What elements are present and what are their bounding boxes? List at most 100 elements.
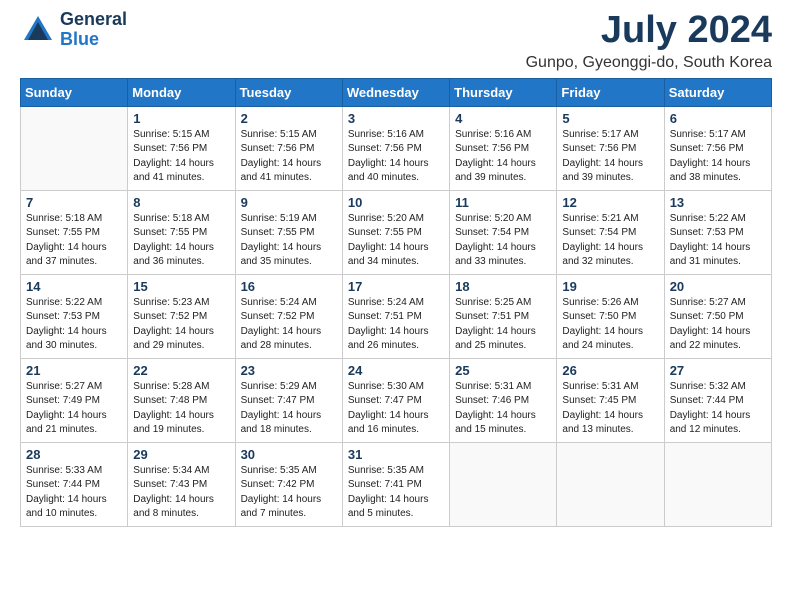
day-info: Sunrise: 5:19 AMSunset: 7:55 PMDaylight:… — [241, 212, 337, 270]
day-info: Sunrise: 5:27 AMSunset: 7:50 PMDaylight:… — [670, 296, 766, 354]
calendar-day-cell: 2Sunrise: 5:15 AMSunset: 7:56 PMDaylight… — [235, 106, 342, 190]
calendar-day-cell: 24Sunrise: 5:30 AMSunset: 7:47 PMDayligh… — [342, 358, 449, 442]
day-info: Sunrise: 5:17 AMSunset: 7:56 PMDaylight:… — [670, 128, 766, 186]
page-header: General Blue July 2024 Gunpo, Gyeonggi-d… — [20, 10, 772, 72]
day-number: 25 — [455, 363, 551, 378]
weekday-header: Thursday — [450, 78, 557, 106]
day-info: Sunrise: 5:16 AMSunset: 7:56 PMDaylight:… — [455, 128, 551, 186]
weekday-header: Wednesday — [342, 78, 449, 106]
calendar-table: SundayMondayTuesdayWednesdayThursdayFrid… — [20, 78, 772, 527]
calendar-week-row: 21Sunrise: 5:27 AMSunset: 7:49 PMDayligh… — [21, 358, 772, 442]
day-number: 27 — [670, 363, 766, 378]
calendar-day-cell: 19 Sunrise: 5:26 AMSunset: 7:50 PMDayligh… — [557, 274, 664, 358]
calendar-week-row: 1Sunrise: 5:15 AMSunset: 7:56 PMDaylight… — [21, 106, 772, 190]
calendar-day-cell: 30 Sunrise: 5:35 AMSunset: 7:42 PMDayligh… — [235, 442, 342, 526]
day-info: Sunrise: 5:31 AMSunset: 7:46 PMDaylight:… — [455, 380, 551, 438]
day-number: 19 — [562, 279, 658, 294]
calendar-day-cell: 13 Sunrise: 5:22 AMSunset: 7:53 PMDayligh… — [664, 190, 771, 274]
day-info: Sunrise: 5:20 AMSunset: 7:55 PMDaylight:… — [348, 212, 444, 270]
day-info: Sunrise: 5:32 AMSunset: 7:44 PMDaylight:… — [670, 380, 766, 438]
day-number: 20 — [670, 279, 766, 294]
day-number: 23 — [241, 363, 337, 378]
day-number: 29 — [133, 447, 229, 462]
calendar-day-cell: 23 Sunrise: 5:29 AMSunset: 7:47 PMDayligh… — [235, 358, 342, 442]
calendar-day-cell — [450, 442, 557, 526]
calendar-day-cell: 22Sunrise: 5:28 AMSunset: 7:48 PMDayligh… — [128, 358, 235, 442]
calendar-day-cell: 4 Sunrise: 5:16 AMSunset: 7:56 PMDaylight… — [450, 106, 557, 190]
day-info: Sunrise: 5:23 AMSunset: 7:52 PMDaylight:… — [133, 296, 229, 354]
month-title: July 2024 — [526, 10, 772, 52]
day-number: 16 — [241, 279, 337, 294]
day-info: Sunrise: 5:26 AMSunset: 7:50 PMDaylight:… — [562, 296, 658, 354]
calendar-day-cell — [664, 442, 771, 526]
title-block: July 2024 Gunpo, Gyeonggi-do, South Kore… — [526, 10, 772, 72]
day-info: Sunrise: 5:15 AMSunset: 7:56 PMDaylight:… — [133, 128, 229, 186]
day-number: 18 — [455, 279, 551, 294]
calendar-day-cell: 29Sunrise: 5:34 AMSunset: 7:43 PMDayligh… — [128, 442, 235, 526]
calendar-week-row: 14 Sunrise: 5:22 AMSunset: 7:53 PMDayligh… — [21, 274, 772, 358]
calendar-day-cell: 12 Sunrise: 5:21 AMSunset: 7:54 PMDayligh… — [557, 190, 664, 274]
day-info: Sunrise: 5:27 AMSunset: 7:49 PMDaylight:… — [26, 380, 122, 438]
calendar-day-cell — [21, 106, 128, 190]
day-number: 31 — [348, 447, 444, 462]
calendar-day-cell: 3Sunrise: 5:16 AMSunset: 7:56 PMDaylight… — [342, 106, 449, 190]
calendar-day-cell: 5 Sunrise: 5:17 AMSunset: 7:56 PMDaylight… — [557, 106, 664, 190]
calendar-day-cell: 18Sunrise: 5:25 AMSunset: 7:51 PMDayligh… — [450, 274, 557, 358]
weekday-header: Saturday — [664, 78, 771, 106]
weekday-header: Monday — [128, 78, 235, 106]
day-info: Sunrise: 5:18 AMSunset: 7:55 PMDaylight:… — [133, 212, 229, 270]
day-info: Sunrise: 5:29 AMSunset: 7:47 PMDaylight:… — [241, 380, 337, 438]
day-number: 9 — [241, 195, 337, 210]
calendar-day-cell: 15 Sunrise: 5:23 AMSunset: 7:52 PMDayligh… — [128, 274, 235, 358]
day-info: Sunrise: 5:21 AMSunset: 7:54 PMDaylight:… — [562, 212, 658, 270]
day-number: 28 — [26, 447, 122, 462]
day-number: 2 — [241, 111, 337, 126]
day-number: 7 — [26, 195, 122, 210]
day-number: 26 — [562, 363, 658, 378]
calendar-day-cell: 26 Sunrise: 5:31 AMSunset: 7:45 PMDayligh… — [557, 358, 664, 442]
calendar-day-cell: 16 Sunrise: 5:24 AMSunset: 7:52 PMDayligh… — [235, 274, 342, 358]
calendar-day-cell: 14 Sunrise: 5:22 AMSunset: 7:53 PMDayligh… — [21, 274, 128, 358]
location: Gunpo, Gyeonggi-do, South Korea — [526, 54, 772, 72]
calendar-week-row: 7 Sunrise: 5:18 AMSunset: 7:55 PMDaylight… — [21, 190, 772, 274]
calendar-day-cell: 8 Sunrise: 5:18 AMSunset: 7:55 PMDaylight… — [128, 190, 235, 274]
day-info: Sunrise: 5:20 AMSunset: 7:54 PMDaylight:… — [455, 212, 551, 270]
day-info: Sunrise: 5:28 AMSunset: 7:48 PMDaylight:… — [133, 380, 229, 438]
day-number: 15 — [133, 279, 229, 294]
logo-icon — [20, 12, 56, 48]
day-number: 24 — [348, 363, 444, 378]
logo-text: General Blue — [60, 10, 127, 50]
day-number: 12 — [562, 195, 658, 210]
day-number: 6 — [670, 111, 766, 126]
calendar-day-cell: 10 Sunrise: 5:20 AMSunset: 7:55 PMDayligh… — [342, 190, 449, 274]
day-info: Sunrise: 5:31 AMSunset: 7:45 PMDaylight:… — [562, 380, 658, 438]
day-info: Sunrise: 5:17 AMSunset: 7:56 PMDaylight:… — [562, 128, 658, 186]
day-info: Sunrise: 5:18 AMSunset: 7:55 PMDaylight:… — [26, 212, 122, 270]
day-info: Sunrise: 5:22 AMSunset: 7:53 PMDaylight:… — [26, 296, 122, 354]
day-info: Sunrise: 5:33 AMSunset: 7:44 PMDaylight:… — [26, 464, 122, 522]
day-number: 30 — [241, 447, 337, 462]
logo-general: General — [60, 10, 127, 30]
day-number: 8 — [133, 195, 229, 210]
calendar-day-cell: 27 Sunrise: 5:32 AMSunset: 7:44 PMDayligh… — [664, 358, 771, 442]
day-number: 17 — [348, 279, 444, 294]
day-info: Sunrise: 5:22 AMSunset: 7:53 PMDaylight:… — [670, 212, 766, 270]
day-info: Sunrise: 5:24 AMSunset: 7:51 PMDaylight:… — [348, 296, 444, 354]
day-number: 3 — [348, 111, 444, 126]
logo: General Blue — [20, 10, 127, 50]
day-number: 5 — [562, 111, 658, 126]
calendar-day-cell: 1Sunrise: 5:15 AMSunset: 7:56 PMDaylight… — [128, 106, 235, 190]
day-info: Sunrise: 5:35 AMSunset: 7:42 PMDaylight:… — [241, 464, 337, 522]
day-number: 14 — [26, 279, 122, 294]
weekday-header: Tuesday — [235, 78, 342, 106]
calendar-day-cell: 17 Sunrise: 5:24 AMSunset: 7:51 PMDayligh… — [342, 274, 449, 358]
calendar-week-row: 28 Sunrise: 5:33 AMSunset: 7:44 PMDayligh… — [21, 442, 772, 526]
day-number: 13 — [670, 195, 766, 210]
weekday-header: Sunday — [21, 78, 128, 106]
day-number: 10 — [348, 195, 444, 210]
calendar-day-cell: 28 Sunrise: 5:33 AMSunset: 7:44 PMDayligh… — [21, 442, 128, 526]
day-number: 11 — [455, 195, 551, 210]
calendar-day-cell — [557, 442, 664, 526]
day-info: Sunrise: 5:24 AMSunset: 7:52 PMDaylight:… — [241, 296, 337, 354]
day-number: 4 — [455, 111, 551, 126]
